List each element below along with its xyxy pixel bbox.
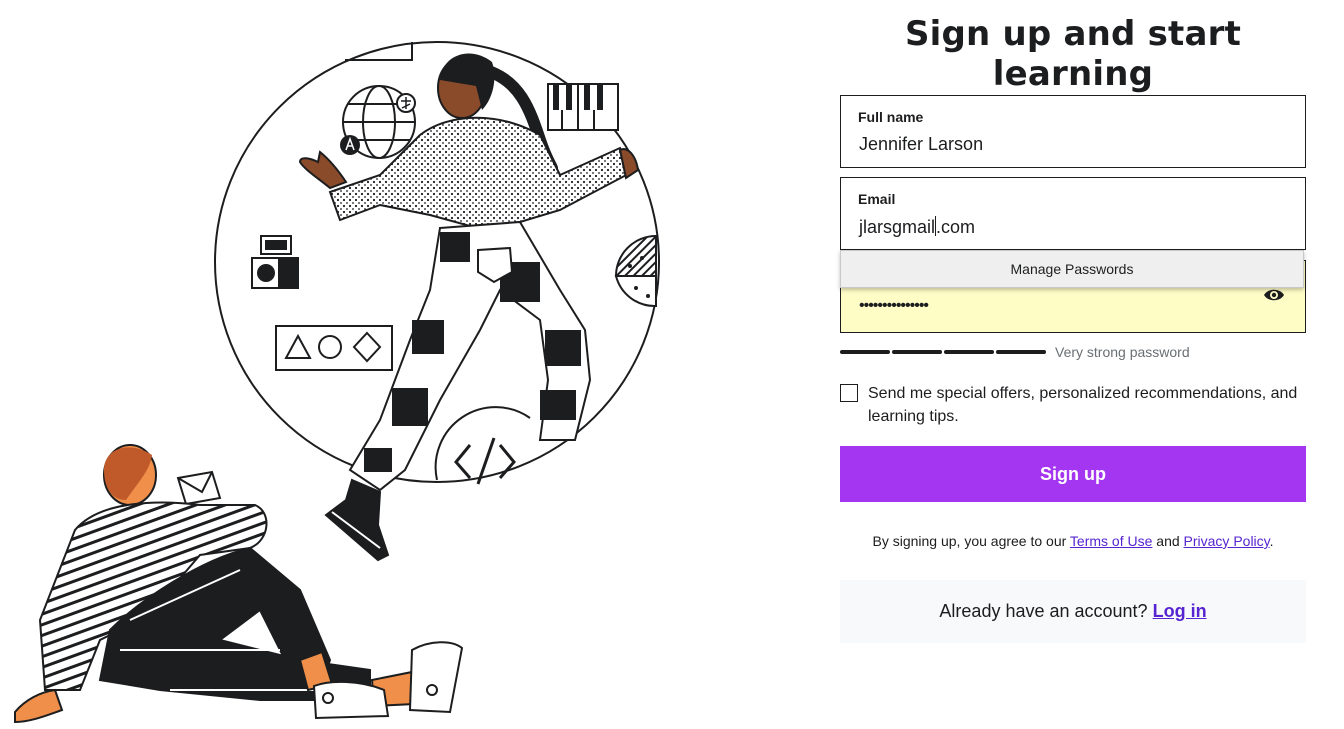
full-name-label: Full name	[858, 109, 924, 125]
show-password-eye-icon[interactable]	[1263, 288, 1285, 307]
strength-bar	[892, 350, 942, 354]
terms-suffix: .	[1269, 533, 1274, 549]
strength-bar	[996, 350, 1046, 354]
password-strength-text: Very strong password	[1055, 344, 1190, 360]
offers-checkbox[interactable]	[840, 384, 858, 402]
sign-up-button[interactable]: Sign up	[840, 446, 1306, 502]
envelope-icon	[176, 470, 222, 506]
log-in-link[interactable]: Log in	[1153, 601, 1207, 621]
password-strength-meter: Very strong password	[840, 344, 1306, 360]
offers-checkbox-label[interactable]: Send me special offers, personalized rec…	[868, 382, 1298, 428]
email-value[interactable]: jlarsgmail.com	[859, 216, 975, 238]
terms-notice: By signing up, you agree to our Terms of…	[840, 533, 1306, 549]
full-name-value[interactable]: Jennifer Larson	[859, 134, 983, 155]
manage-passwords-option[interactable]: Manage Passwords	[840, 250, 1304, 288]
password-value[interactable]: •••••••••••••••	[859, 297, 929, 315]
strength-bar	[840, 350, 890, 354]
terms-middle: and	[1152, 533, 1184, 549]
email-value-after-caret: .com	[936, 217, 976, 237]
terms-of-use-link[interactable]: Terms of Use	[1070, 533, 1152, 549]
email-label: Email	[858, 191, 896, 207]
privacy-policy-link[interactable]: Privacy Policy	[1184, 533, 1270, 549]
login-prompt-box: Already have an account? Log in	[840, 580, 1306, 643]
signup-illustration	[14, 41, 660, 724]
page-title: Sign up and start learning	[904, 14, 1242, 94]
piano-keys-icon	[547, 83, 619, 131]
man-figure	[14, 444, 464, 724]
shapes-icon	[275, 325, 393, 371]
email-field[interactable]: Email jlarsgmail.com	[840, 177, 1306, 250]
full-name-field[interactable]: Full name Jennifer Larson	[840, 95, 1306, 168]
email-value-before-caret: jlarsgmail	[859, 217, 936, 237]
terms-prefix: By signing up, you agree to our	[872, 533, 1070, 549]
strength-bar	[944, 350, 994, 354]
login-prompt: Already have an account?	[939, 601, 1153, 621]
